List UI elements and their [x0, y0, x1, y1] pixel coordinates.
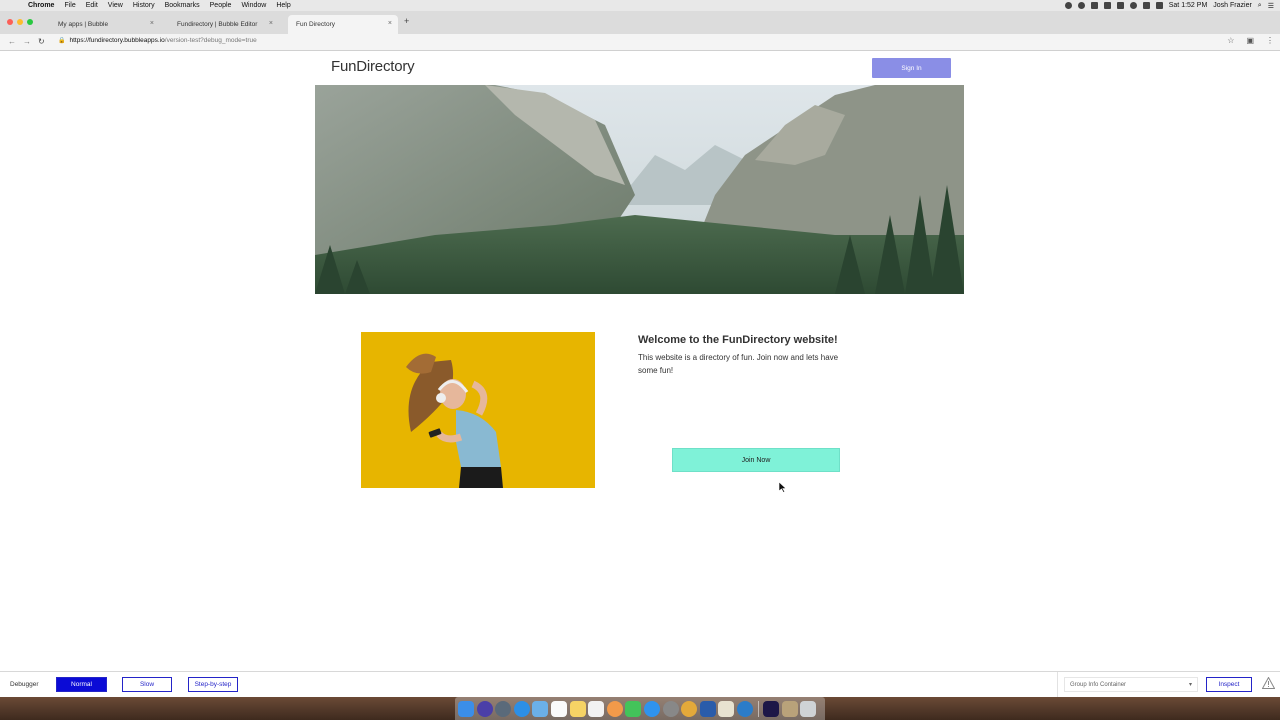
menu-bookmarks[interactable]: Bookmarks [165, 2, 200, 9]
status-area: Sat 1:52 PM Josh Frazier ⌕ ☰ [1064, 0, 1274, 11]
airplay-icon[interactable] [1116, 2, 1124, 9]
menu-window[interactable]: Window [241, 2, 266, 9]
record-icon[interactable] [1064, 2, 1072, 9]
element-selector[interactable]: Group Info Container ▾ [1064, 677, 1198, 692]
divider [1057, 672, 1058, 698]
mouse-cursor-icon [779, 482, 787, 493]
trash-icon[interactable] [800, 700, 817, 717]
menu-history[interactable]: History [133, 2, 155, 9]
after-effects-icon[interactable] [763, 700, 780, 717]
minimize-window-icon[interactable] [17, 19, 23, 25]
debugger-bar: Debugger Normal Slow Step-by-step Group … [0, 671, 1280, 698]
welcome-heading: Welcome to the FunDirectory website! [638, 334, 838, 346]
close-window-icon[interactable] [7, 19, 13, 25]
preview-icon[interactable] [718, 700, 735, 717]
system-preferences-icon[interactable] [662, 700, 679, 717]
warning-icon[interactable] [1262, 677, 1275, 689]
url-host: https://fundirectory.bubbleapps.io [69, 37, 165, 44]
address-bar: ← → ↻ 🔒 https://fundirectory.bubbleapps.… [0, 34, 1280, 51]
menu-edit[interactable]: Edit [86, 2, 98, 9]
photos-app-icon[interactable] [532, 700, 549, 717]
bookmark-star-icon[interactable]: ☆ [1227, 36, 1234, 45]
lock-icon: 🔒 [58, 38, 66, 44]
menubar-clock[interactable]: Sat 1:52 PM [1169, 2, 1208, 9]
volume-icon[interactable] [1142, 2, 1150, 9]
reminders-icon[interactable] [588, 700, 605, 717]
yosemite-valley-illustration [315, 85, 964, 294]
element-selector-value: Group Info Container [1070, 681, 1127, 688]
app-store-icon[interactable] [643, 700, 660, 717]
tab-bubble-editor[interactable]: Fundirectory | Bubble Editor × [169, 15, 279, 34]
welcome-text: This website is a directory of fun. Join… [638, 353, 839, 375]
creative-cloud-icon[interactable] [1077, 2, 1085, 9]
url-path: /version-test?debug_mode=true [164, 37, 257, 44]
close-icon[interactable]: × [269, 20, 273, 27]
promo-photo [361, 332, 595, 488]
maximize-window-icon[interactable] [27, 19, 33, 25]
page-viewport: FunDirectory Sign In Welcome to the FunD… [0, 51, 1280, 671]
battery-icon[interactable] [1155, 2, 1163, 9]
desktop-background [0, 697, 1280, 720]
reload-icon[interactable]: ↻ [38, 37, 45, 46]
dropbox-icon[interactable] [1103, 2, 1111, 9]
tab-label: Fundirectory | Bubble Editor [177, 21, 258, 28]
menu-view[interactable]: View [108, 2, 123, 9]
back-icon[interactable]: ← [8, 37, 16, 46]
menu-file[interactable]: File [64, 2, 75, 9]
site-logo[interactable]: FunDirectory [331, 58, 415, 75]
tab-fun-directory[interactable]: Fun Directory × [288, 15, 398, 34]
macos-menu-bar: Chrome File Edit View History Bookmarks … [0, 0, 1280, 11]
woman-with-headphones-illustration [361, 332, 595, 488]
dock [455, 697, 825, 720]
notification-center-icon[interactable]: ☰ [1268, 2, 1274, 10]
dock-separator [757, 700, 759, 717]
menu-app-name[interactable]: Chrome [28, 2, 54, 9]
close-icon[interactable]: × [388, 20, 392, 27]
debug-mode-slow-button[interactable]: Slow [122, 677, 172, 692]
notes-icon[interactable] [569, 700, 586, 717]
wifi-icon[interactable] [1129, 2, 1137, 9]
inspect-button[interactable]: Inspect [1206, 677, 1252, 692]
new-tab-icon[interactable]: + [404, 16, 409, 26]
tab-strip: My apps | Bubble × Fundirectory | Bubble… [0, 11, 1280, 34]
sign-in-button[interactable]: Sign In [872, 58, 951, 78]
spotlight-icon[interactable]: ⌕ [1258, 2, 1262, 10]
chrome-icon[interactable] [681, 700, 698, 717]
menu-help[interactable]: Help [276, 2, 290, 9]
tab-label: Fun Directory [296, 21, 336, 28]
calendar-icon[interactable] [550, 700, 567, 717]
url-field[interactable]: 🔒 https://fundirectory.bubbleapps.io/ver… [58, 37, 257, 44]
archive-utility-icon[interactable] [781, 700, 798, 717]
debug-mode-normal-button[interactable]: Normal [56, 677, 107, 692]
hero-image [315, 85, 964, 294]
debug-mode-step-button[interactable]: Step-by-step [188, 677, 238, 692]
messages-icon[interactable] [625, 700, 642, 717]
menubar-user[interactable]: Josh Frazier [1213, 2, 1252, 9]
tab-label: My apps | Bubble [58, 21, 109, 28]
chevron-down-icon: ▾ [1188, 682, 1192, 688]
finder-icon[interactable] [458, 700, 474, 717]
edge-icon[interactable] [736, 700, 753, 717]
close-icon[interactable]: × [150, 20, 154, 27]
safari-icon[interactable] [513, 700, 530, 717]
tab-my-apps[interactable]: My apps | Bubble × [50, 15, 160, 34]
forward-icon[interactable]: → [23, 37, 31, 46]
chrome-menu-icon[interactable]: ⋮ [1266, 36, 1274, 45]
photos-icon[interactable] [606, 700, 623, 717]
launchpad-icon[interactable] [495, 700, 512, 717]
word-icon[interactable] [699, 700, 716, 717]
siri-icon[interactable] [476, 700, 493, 717]
join-now-button[interactable]: Join Now [672, 448, 840, 472]
debugger-label: Debugger [10, 681, 39, 688]
menu-people[interactable]: People [210, 2, 232, 9]
extension-icon[interactable]: ▣ [1246, 36, 1254, 45]
screen-icon[interactable] [1090, 2, 1098, 9]
